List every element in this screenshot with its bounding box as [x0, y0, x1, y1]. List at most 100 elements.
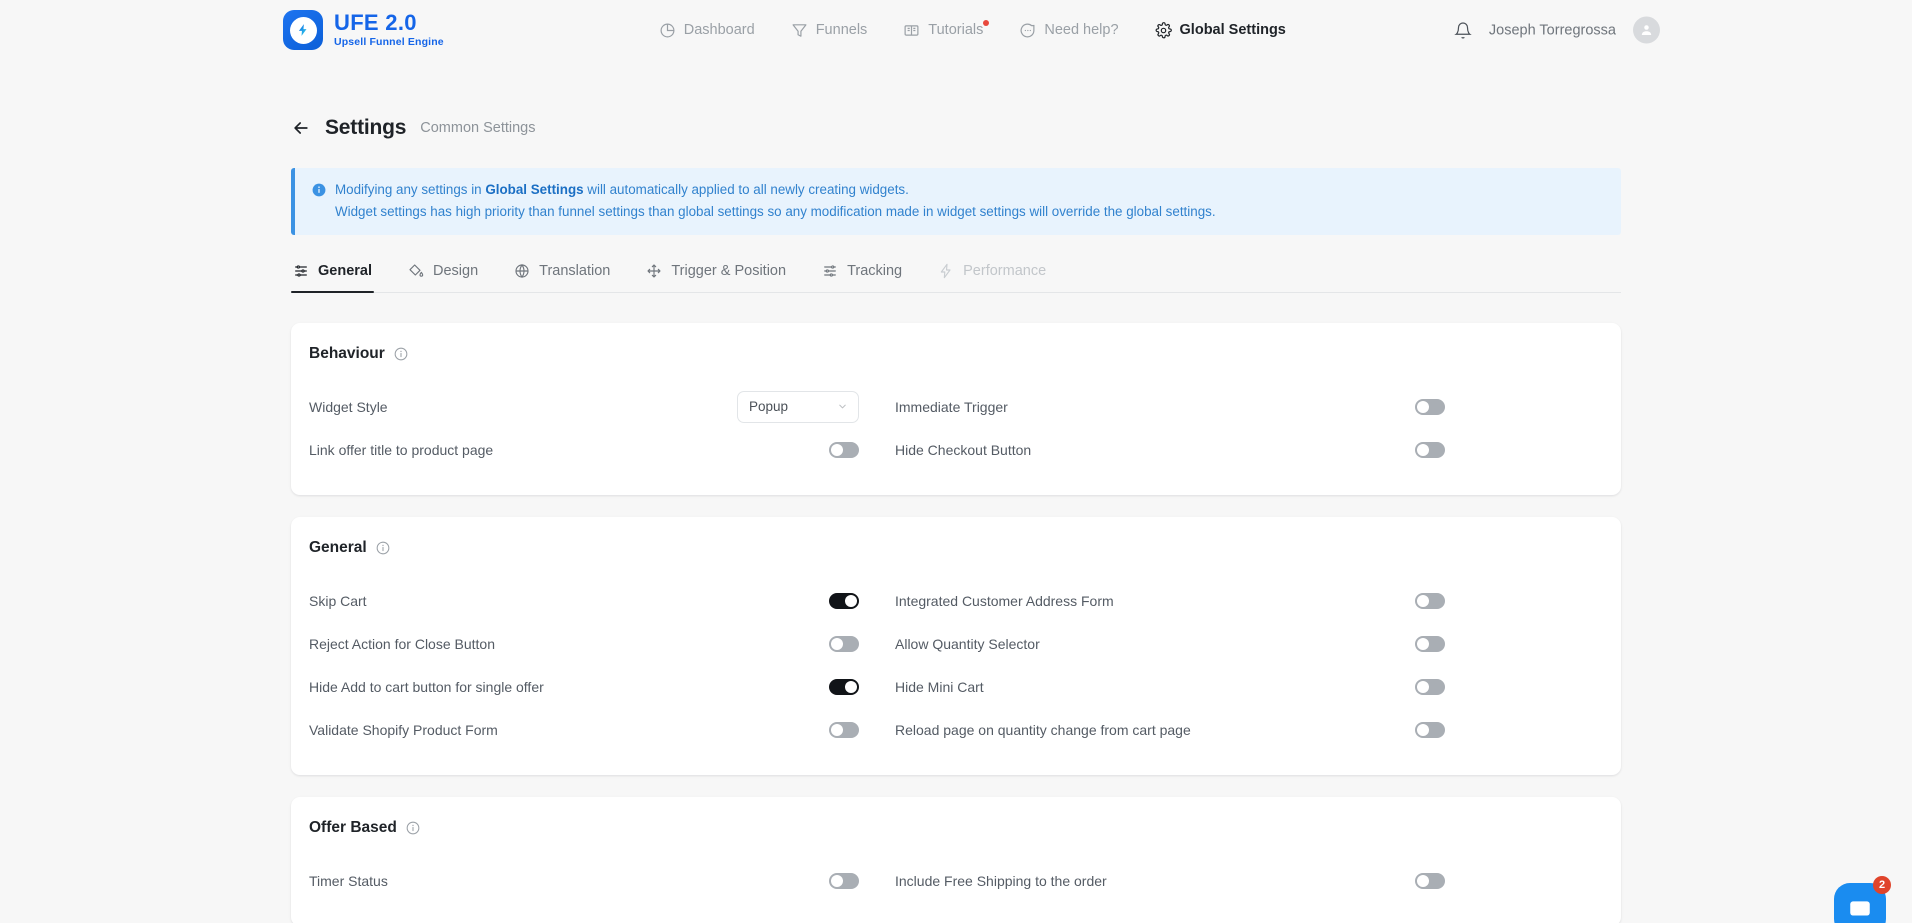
toggle-include-free-shipping[interactable]: [1415, 872, 1445, 889]
label-hide-add-to-cart-single-offer: Hide Add to cart button for single offer: [309, 678, 544, 695]
nav-label-dashboard: Dashboard: [683, 22, 755, 38]
user-name-label: Joseph Torregrossa: [1488, 22, 1616, 38]
tab-label-tracking: Tracking: [847, 263, 903, 279]
settings-tabs: General Design Translation Trigger & Pos…: [291, 257, 1621, 293]
logo-circle: [289, 16, 317, 44]
toggle-hide-add-to-cart-single-offer[interactable]: [829, 678, 859, 695]
chat-help-icon: [1020, 23, 1035, 37]
nav-item-funnels[interactable]: Funnels: [791, 22, 868, 39]
funnel-icon: [792, 23, 807, 37]
logo-subtitle: Upsell Funnel Engine: [334, 36, 444, 49]
globe-icon: [515, 264, 529, 278]
section-header: Behaviour: [309, 345, 1603, 363]
setting-reload-page-quantity-change: Reload page on quantity change from cart…: [895, 721, 1445, 738]
select-value-widget-style: Popup: [749, 399, 789, 414]
toggle-knob: [1417, 874, 1429, 887]
page-subtitle: Common Settings: [420, 120, 536, 136]
info-icon[interactable]: [376, 541, 390, 555]
tab-tracking[interactable]: Tracking: [820, 257, 904, 292]
tab-label-design: Design: [433, 263, 479, 279]
toggle-hide-checkout-button[interactable]: [1415, 441, 1445, 458]
toggle-skip-cart[interactable]: [829, 592, 859, 609]
setting-integrated-customer-address-form: Integrated Customer Address Form: [895, 592, 1445, 609]
select-widget-style[interactable]: Popup: [737, 390, 859, 423]
label-reload-page-quantity-change: Reload page on quantity change from cart…: [895, 721, 1191, 738]
toggle-knob: [1417, 637, 1429, 650]
label-link-offer-title: Link offer title to product page: [309, 441, 494, 458]
tab-general[interactable]: General: [291, 257, 374, 293]
lightning-bolt-icon: [298, 24, 307, 36]
chat-widget-button[interactable]: 2: [1834, 876, 1891, 923]
bell-icon[interactable]: [1454, 21, 1472, 39]
toggle-knob: [1417, 594, 1429, 607]
label-hide-checkout-button: Hide Checkout Button: [895, 441, 1032, 458]
section-title-behaviour: Behaviour: [309, 345, 385, 362]
label-include-free-shipping: Include Free Shipping to the order: [895, 872, 1107, 889]
gear-icon: [1155, 21, 1172, 38]
nav-item-global-settings[interactable]: Global Settings: [1155, 21, 1286, 39]
settings-page: Settings Common Settings Modifying any s…: [291, 60, 1621, 923]
tab-label-performance: Performance: [963, 263, 1047, 279]
toggle-knob: [1417, 443, 1429, 456]
toggle-knob: [1417, 723, 1429, 736]
nav-label-funnels: Funnels: [815, 22, 868, 38]
back-arrow-icon[interactable]: [291, 118, 311, 138]
toggle-link-offer-title[interactable]: [829, 441, 859, 458]
nav-item-need-help[interactable]: Need help?: [1019, 22, 1119, 39]
section-title-general: General: [309, 539, 367, 556]
section-header: Offer Based: [309, 819, 1603, 837]
banner-line1-after: will automatically applied to all newly …: [583, 182, 909, 197]
toggle-reload-page-quantity-change[interactable]: [1415, 721, 1445, 738]
toggle-knob: [1417, 400, 1429, 413]
setting-hide-mini-cart: Hide Mini Cart: [895, 678, 1445, 695]
toggle-knob: [1417, 680, 1429, 693]
setting-timer-status: Timer Status: [309, 872, 859, 889]
info-icon: [312, 183, 326, 197]
toggle-knob: [831, 637, 843, 650]
setting-reject-action-close-button: Reject Action for Close Button: [309, 635, 859, 652]
settings-row: Widget Style Popup Immediate Trigger: [309, 385, 1603, 428]
settings-row: Hide Add to cart button for single offer…: [309, 665, 1603, 708]
toggle-immediate-trigger[interactable]: [1415, 398, 1445, 415]
banner-line1-bold: Global Settings: [485, 182, 584, 197]
setting-allow-quantity-selector: Allow Quantity Selector: [895, 635, 1445, 652]
setting-hide-checkout-button: Hide Checkout Button: [895, 441, 1445, 458]
toggle-reject-action-close-button[interactable]: [829, 635, 859, 652]
nav-item-tutorials[interactable]: Tutorials: [903, 19, 990, 39]
toggle-hide-mini-cart[interactable]: [1415, 678, 1445, 695]
toggle-integrated-customer-address-form[interactable]: [1415, 592, 1445, 609]
toggle-allow-quantity-selector[interactable]: [1415, 635, 1445, 652]
avatar[interactable]: [1633, 16, 1660, 44]
info-icon[interactable]: [406, 821, 420, 835]
tab-design[interactable]: Design: [406, 257, 480, 292]
label-hide-mini-cart: Hide Mini Cart: [895, 678, 984, 695]
tab-translation[interactable]: Translation: [512, 257, 612, 292]
tracking-list-icon: [824, 265, 836, 277]
toggle-timer-status[interactable]: [829, 872, 859, 889]
settings-row: Link offer title to product page Hide Ch…: [309, 428, 1603, 471]
label-immediate-trigger: Immediate Trigger: [895, 398, 1008, 415]
app-logo[interactable]: UFE 2.0 Upsell Funnel Engine: [283, 10, 444, 50]
tab-performance: Performance: [936, 257, 1048, 292]
info-banner: Modifying any settings in Global Setting…: [291, 168, 1621, 235]
toggle-validate-shopify-product-form[interactable]: [829, 721, 859, 738]
label-validate-shopify-product-form: Validate Shopify Product Form: [309, 721, 498, 738]
toggle-knob: [845, 594, 857, 607]
logo-title: UFE 2.0: [334, 10, 417, 36]
nav-item-dashboard[interactable]: Dashboard: [659, 22, 755, 39]
label-integrated-customer-address-form: Integrated Customer Address Form: [895, 592, 1114, 609]
section-offer-based: Offer Based Timer Status Include Free Sh…: [291, 797, 1621, 923]
label-allow-quantity-selector: Allow Quantity Selector: [895, 635, 1040, 652]
tab-trigger-position[interactable]: Trigger & Position: [644, 257, 788, 292]
chat-icon: [1850, 901, 1870, 916]
nav-label-tutorials: Tutorials: [928, 22, 984, 38]
paint-bucket-icon: [409, 264, 424, 277]
section-title-offer-based: Offer Based: [309, 819, 397, 836]
setting-include-free-shipping: Include Free Shipping to the order: [895, 872, 1445, 889]
label-timer-status: Timer Status: [309, 872, 388, 889]
toggle-knob: [831, 443, 843, 456]
page-header: Settings Common Settings: [291, 116, 1621, 140]
setting-immediate-trigger: Immediate Trigger: [895, 398, 1445, 415]
move-icon: [647, 264, 661, 278]
info-icon[interactable]: [394, 347, 408, 361]
